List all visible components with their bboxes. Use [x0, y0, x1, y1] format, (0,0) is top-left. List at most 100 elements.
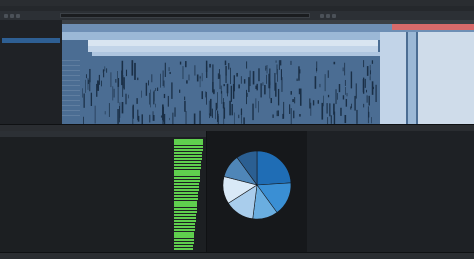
filter-icon[interactable] [326, 14, 330, 18]
timeline-event [215, 110, 216, 120]
timeline-lane-divider [62, 85, 80, 86]
timeline-event [230, 67, 231, 85]
timeline-event [219, 74, 221, 90]
timeline-event [277, 68, 278, 82]
timeline-event [255, 98, 257, 109]
timeline-lane-divider [62, 115, 80, 116]
timeline-event [121, 70, 123, 86]
timeline-event [217, 73, 219, 79]
timeline-event [100, 80, 102, 87]
timeline-event [292, 99, 294, 103]
timeline-event [209, 63, 211, 68]
timeline-lane-divider [62, 105, 80, 106]
timeline-event [82, 88, 83, 98]
timeline-event [371, 60, 374, 64]
timeline-event [255, 85, 258, 90]
timeline-event [243, 79, 246, 84]
timeline-event [103, 72, 105, 78]
timeline-event [249, 70, 251, 87]
table-row[interactable] [0, 247, 206, 251]
timeline-event [266, 65, 268, 74]
session-panel [0, 20, 63, 124]
timeline-event [366, 95, 368, 103]
timeline-event [268, 73, 270, 89]
source-code-panel[interactable] [307, 131, 474, 252]
timeline-row [88, 46, 378, 52]
path-field[interactable] [60, 13, 310, 18]
timeline-event [162, 70, 164, 86]
timeline-event [314, 76, 317, 89]
timeline-event [364, 78, 366, 88]
timeline-event [330, 115, 332, 124]
timeline-event [283, 101, 285, 119]
forward-icon[interactable] [10, 14, 14, 18]
timeline-event [363, 103, 365, 108]
timeline-event [337, 93, 338, 100]
timeline-event [125, 69, 128, 77]
timeline-event [215, 102, 218, 111]
settings-icon[interactable] [320, 14, 324, 18]
timeline-event [248, 77, 250, 93]
timeline-lane-divider [62, 70, 80, 71]
timeline-event [223, 84, 225, 87]
pie-chart[interactable] [207, 137, 307, 252]
timeline-event [370, 70, 372, 75]
timeline-event [179, 89, 181, 93]
timeline-event [281, 77, 283, 92]
timeline-event [169, 71, 171, 75]
timeline-event [270, 97, 272, 104]
timeline-event [327, 94, 330, 98]
timeline-event [90, 92, 93, 106]
timeline-event [153, 91, 155, 105]
pie-slice[interactable] [256, 150, 292, 186]
timeline-event [299, 88, 302, 106]
timeline-row [92, 52, 380, 56]
timeline-event [89, 79, 91, 92]
timeline-event [186, 80, 188, 84]
timeline-lane-divider [62, 80, 80, 81]
timeline-event [258, 101, 259, 113]
timeline-event [205, 60, 208, 72]
selected-session-item[interactable] [2, 38, 60, 43]
timeline-event [218, 113, 219, 124]
timeline-row [62, 32, 380, 40]
timeline-chart[interactable] [62, 20, 474, 124]
timeline-event [316, 61, 318, 71]
timeline-event [217, 92, 218, 109]
timeline-event [132, 104, 134, 119]
timeline-event [160, 73, 161, 88]
search-icon[interactable] [332, 14, 336, 18]
refresh-icon[interactable] [16, 14, 20, 18]
timeline-event [260, 83, 262, 98]
timeline-event [356, 109, 358, 124]
timeline-event [230, 85, 233, 102]
timeline-event [102, 69, 105, 73]
timeline-event [225, 66, 227, 76]
timeline-event [289, 104, 291, 114]
timeline-event [293, 110, 295, 119]
timeline-lane-divider [62, 95, 80, 96]
timeline-event [327, 117, 329, 124]
timeline-event [274, 72, 276, 91]
timeline-event [272, 114, 274, 118]
timeline-event [233, 75, 235, 92]
timeline-event [240, 108, 243, 115]
timeline-lane-divider [62, 60, 80, 61]
back-icon[interactable] [4, 14, 8, 18]
timeline-event [206, 91, 207, 105]
timeline-event [326, 103, 328, 114]
timeline-event [290, 108, 292, 124]
timeline-event [205, 91, 207, 98]
timeline-event [231, 103, 233, 116]
timeline-event [149, 114, 151, 123]
timeline-event [298, 88, 301, 95]
timeline-event [141, 114, 143, 124]
timeline-event [208, 100, 210, 115]
timeline-event [309, 98, 311, 109]
timeline-event [372, 86, 374, 90]
timeline-event [121, 101, 124, 114]
timeline-event [171, 82, 173, 99]
timeline-event [85, 79, 86, 93]
timeline-view[interactable] [62, 20, 474, 124]
timeline-event [327, 70, 329, 78]
